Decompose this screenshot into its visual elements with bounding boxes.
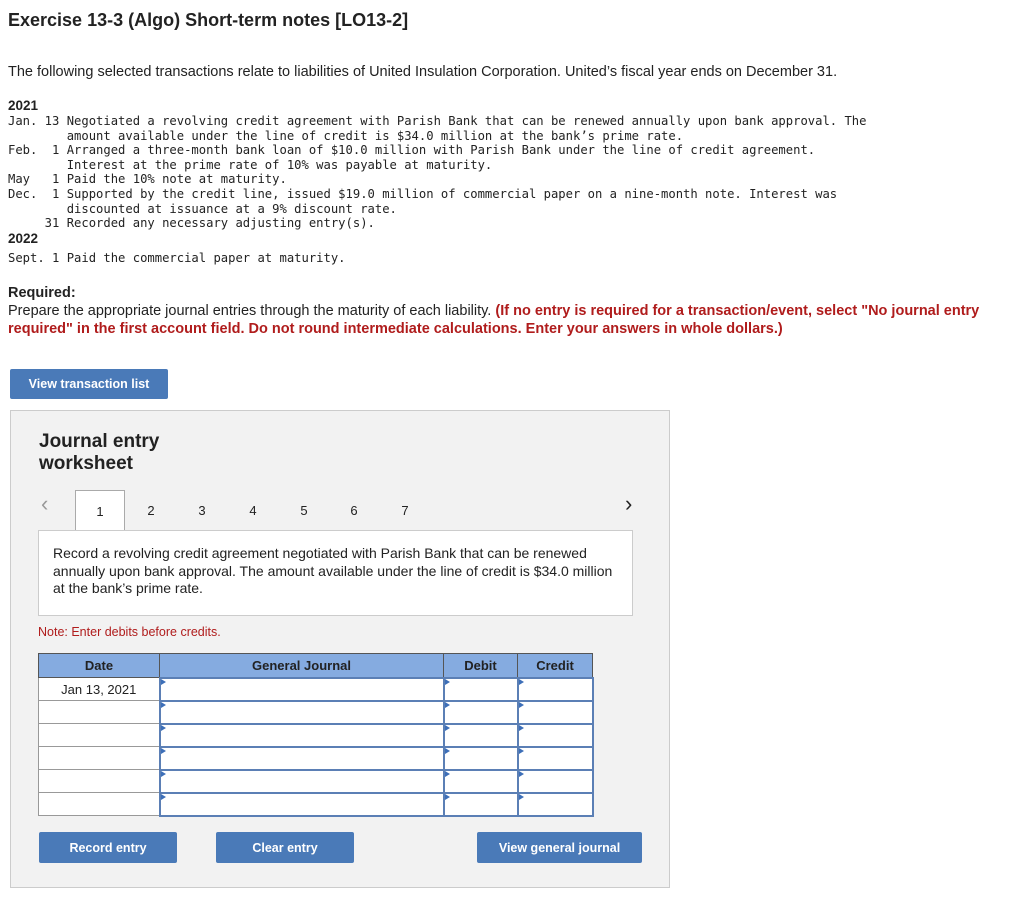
tab-5[interactable]: 5 xyxy=(279,490,329,530)
view-transaction-list-button[interactable]: View transaction list xyxy=(10,369,168,399)
date-cell xyxy=(38,746,160,770)
debit-field[interactable] xyxy=(442,768,519,794)
transactions-2021: Jan. 13 Negotiated a revolving credit ag… xyxy=(8,114,867,231)
table-row: Jan 13, 2021 xyxy=(38,676,594,702)
required-text: Prepare the appropriate journal entries … xyxy=(8,303,496,319)
credit-field[interactable] xyxy=(516,699,594,725)
journal-table: Date General Journal Debit Credit Jan 13… xyxy=(38,653,594,817)
intro-text: The following selected transactions rela… xyxy=(8,64,838,80)
transactions-2022: Sept. 1 Paid the commercial paper at mat… xyxy=(8,250,346,265)
worksheet-title: Journal entry worksheet xyxy=(39,431,160,474)
table-row xyxy=(38,791,594,817)
tab-6[interactable]: 6 xyxy=(329,490,379,530)
date-cell xyxy=(38,792,160,816)
account-field[interactable] xyxy=(158,768,445,794)
tab-3[interactable]: 3 xyxy=(177,490,227,530)
view-general-journal-button[interactable]: View general journal xyxy=(477,832,642,863)
column-debit: Debit xyxy=(443,653,518,678)
account-field[interactable] xyxy=(158,745,445,771)
tab-2[interactable]: 2 xyxy=(126,490,176,530)
table-row xyxy=(38,722,594,748)
credit-field[interactable] xyxy=(516,676,594,702)
account-field[interactable] xyxy=(158,722,445,748)
date-cell xyxy=(38,700,160,724)
credit-field[interactable] xyxy=(516,791,594,817)
debit-field[interactable] xyxy=(442,699,519,725)
column-date: Date xyxy=(38,653,160,678)
account-field[interactable] xyxy=(158,699,445,725)
table-row xyxy=(38,768,594,794)
debit-field[interactable] xyxy=(442,791,519,817)
next-chevron-icon[interactable]: › xyxy=(625,491,632,517)
required-section: Required: Prepare the appropriate journa… xyxy=(8,284,1024,338)
column-general-journal: General Journal xyxy=(159,653,444,678)
year-2021: 2021 xyxy=(8,98,39,113)
entry-description: Record a revolving credit agreement nego… xyxy=(38,530,633,616)
account-field[interactable] xyxy=(158,791,445,817)
credit-field[interactable] xyxy=(516,745,594,771)
prev-chevron-icon[interactable]: ‹ xyxy=(41,491,48,517)
debit-field[interactable] xyxy=(442,722,519,748)
note-text: Note: Enter debits before credits. xyxy=(38,625,221,639)
debit-field[interactable] xyxy=(442,676,519,702)
table-row xyxy=(38,745,594,771)
account-field[interactable] xyxy=(158,676,445,702)
transactions-list: 2021 Jan. 13 Negotiated a revolving cred… xyxy=(8,98,867,265)
debit-field[interactable] xyxy=(442,745,519,771)
clear-entry-button[interactable]: Clear entry xyxy=(216,832,354,863)
credit-field[interactable] xyxy=(516,768,594,794)
column-credit: Credit xyxy=(517,653,593,678)
date-cell xyxy=(38,769,160,793)
required-label: Required: xyxy=(8,285,76,301)
date-cell: Jan 13, 2021 xyxy=(38,677,160,701)
year-2022: 2022 xyxy=(8,230,39,246)
date-cell xyxy=(38,723,160,747)
tab-7[interactable]: 7 xyxy=(380,490,430,530)
tab-1[interactable]: 1 xyxy=(75,490,125,531)
credit-field[interactable] xyxy=(516,722,594,748)
tab-4[interactable]: 4 xyxy=(228,490,278,530)
journal-entry-worksheet: Journal entry worksheet ‹ › 1 2 3 4 5 6 … xyxy=(10,410,670,888)
table-row xyxy=(38,699,594,725)
record-entry-button[interactable]: Record entry xyxy=(39,832,177,863)
page-title: Exercise 13-3 (Algo) Short-term notes [L… xyxy=(8,10,409,30)
